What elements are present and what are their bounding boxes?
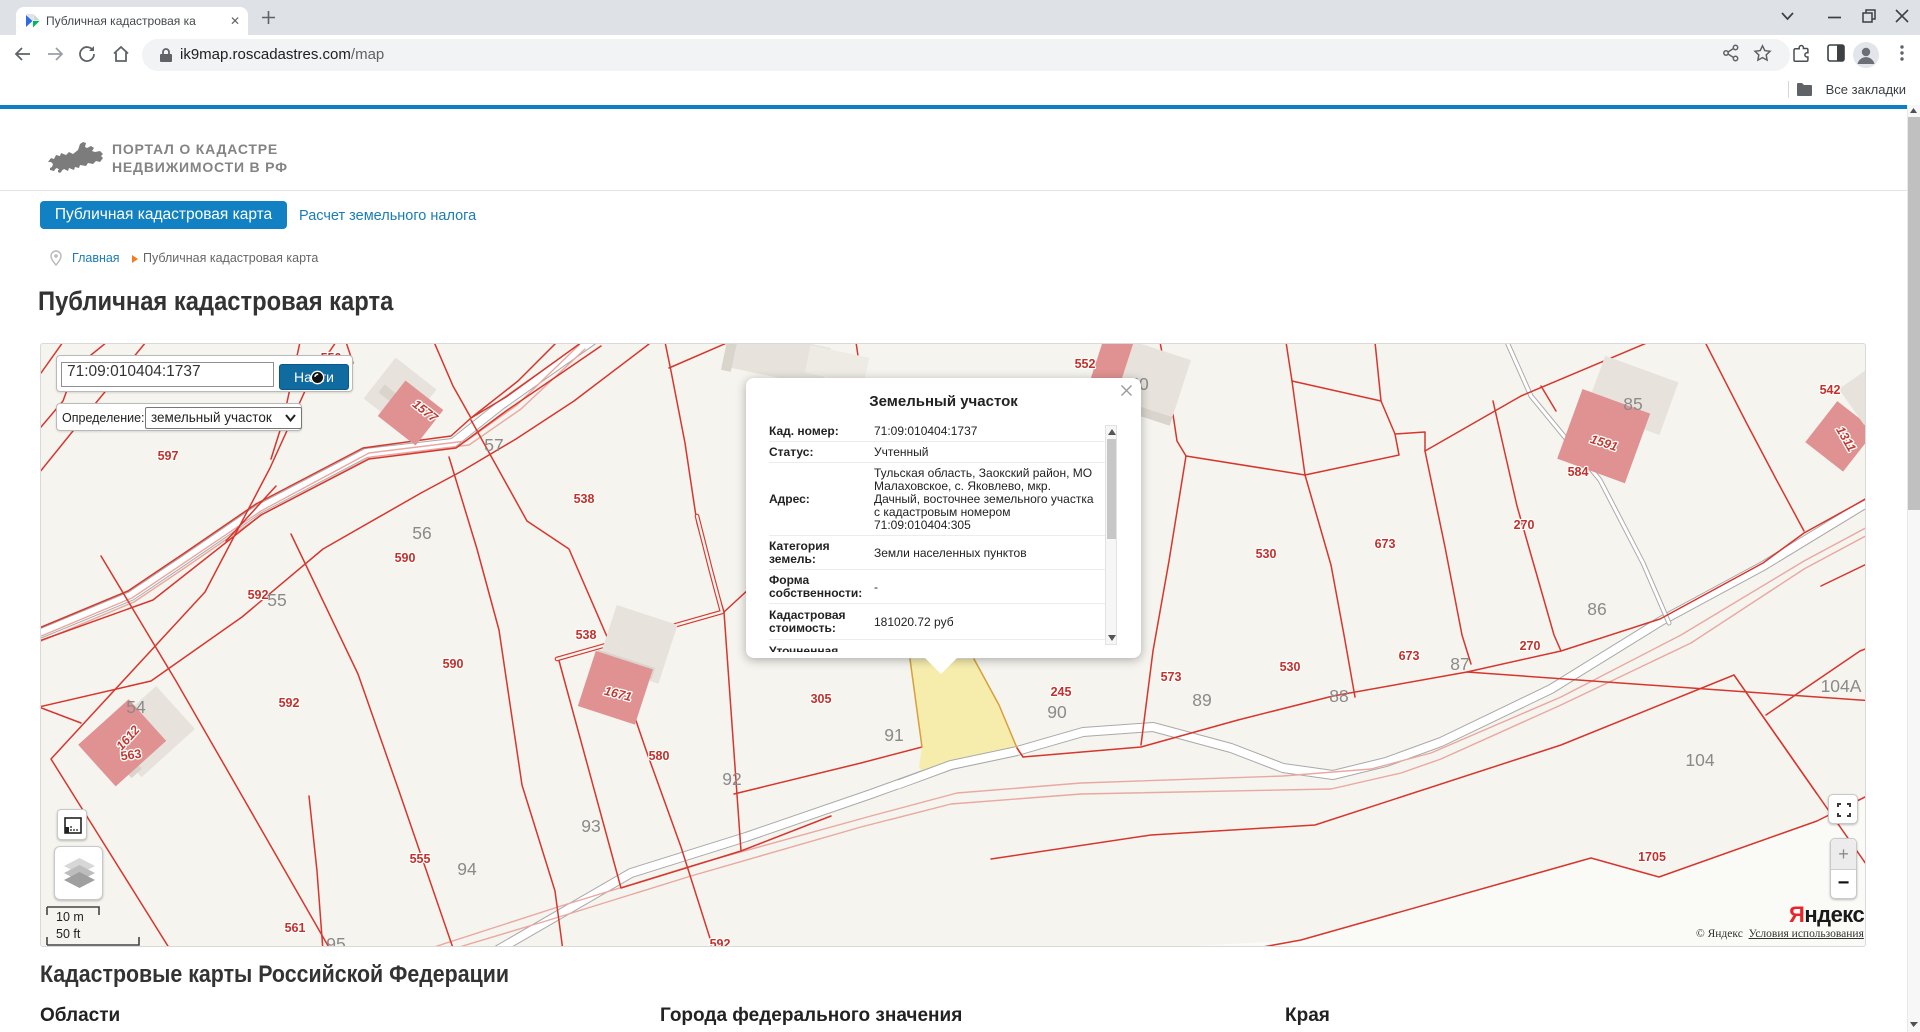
svg-text:87: 87 [1450, 654, 1469, 674]
svg-text:563: 563 [120, 747, 143, 764]
svg-text:104: 104 [1685, 750, 1714, 770]
svg-text:94: 94 [457, 859, 477, 879]
svg-text:95: 95 [326, 934, 345, 947]
svg-text:555: 555 [410, 852, 431, 866]
svg-text:54: 54 [126, 697, 146, 717]
svg-text:542: 542 [1820, 383, 1841, 397]
svg-text:584: 584 [1568, 465, 1589, 479]
svg-text:597: 597 [158, 449, 179, 463]
svg-text:88: 88 [1329, 686, 1348, 706]
svg-text:673: 673 [1399, 649, 1420, 663]
svg-text:85: 85 [1623, 394, 1642, 414]
svg-text:91: 91 [884, 725, 903, 745]
svg-text:561: 561 [285, 921, 306, 935]
svg-text:580: 580 [649, 749, 670, 763]
svg-text:530: 530 [1256, 547, 1277, 561]
svg-text:245: 245 [1051, 685, 1072, 699]
svg-text:270: 270 [1520, 639, 1541, 653]
svg-text:10 m: 10 m [56, 910, 84, 924]
svg-text:592: 592 [279, 696, 300, 710]
svg-text:530: 530 [1280, 660, 1301, 674]
svg-text:592: 592 [248, 588, 269, 602]
svg-text:590: 590 [443, 657, 464, 671]
svg-text:1705: 1705 [1638, 850, 1666, 864]
svg-text:50 ft: 50 ft [56, 927, 81, 941]
svg-text:56: 56 [412, 523, 431, 543]
svg-text:673: 673 [1375, 537, 1396, 551]
svg-text:573: 573 [1161, 670, 1182, 684]
svg-text:93: 93 [581, 816, 600, 836]
svg-text:90: 90 [1047, 702, 1067, 722]
svg-text:57: 57 [484, 435, 503, 455]
svg-text:270: 270 [1514, 518, 1535, 532]
svg-text:538: 538 [574, 492, 595, 506]
svg-text:538: 538 [576, 628, 597, 642]
svg-text:89: 89 [1192, 690, 1211, 710]
svg-text:92: 92 [722, 769, 741, 789]
svg-text:305: 305 [811, 692, 832, 706]
svg-text:552: 552 [1075, 357, 1096, 371]
svg-text:86: 86 [1587, 599, 1606, 619]
svg-text:590: 590 [395, 551, 416, 565]
svg-text:592: 592 [710, 937, 731, 947]
svg-text:55: 55 [267, 590, 286, 610]
svg-text:104A: 104A [1821, 676, 1862, 696]
